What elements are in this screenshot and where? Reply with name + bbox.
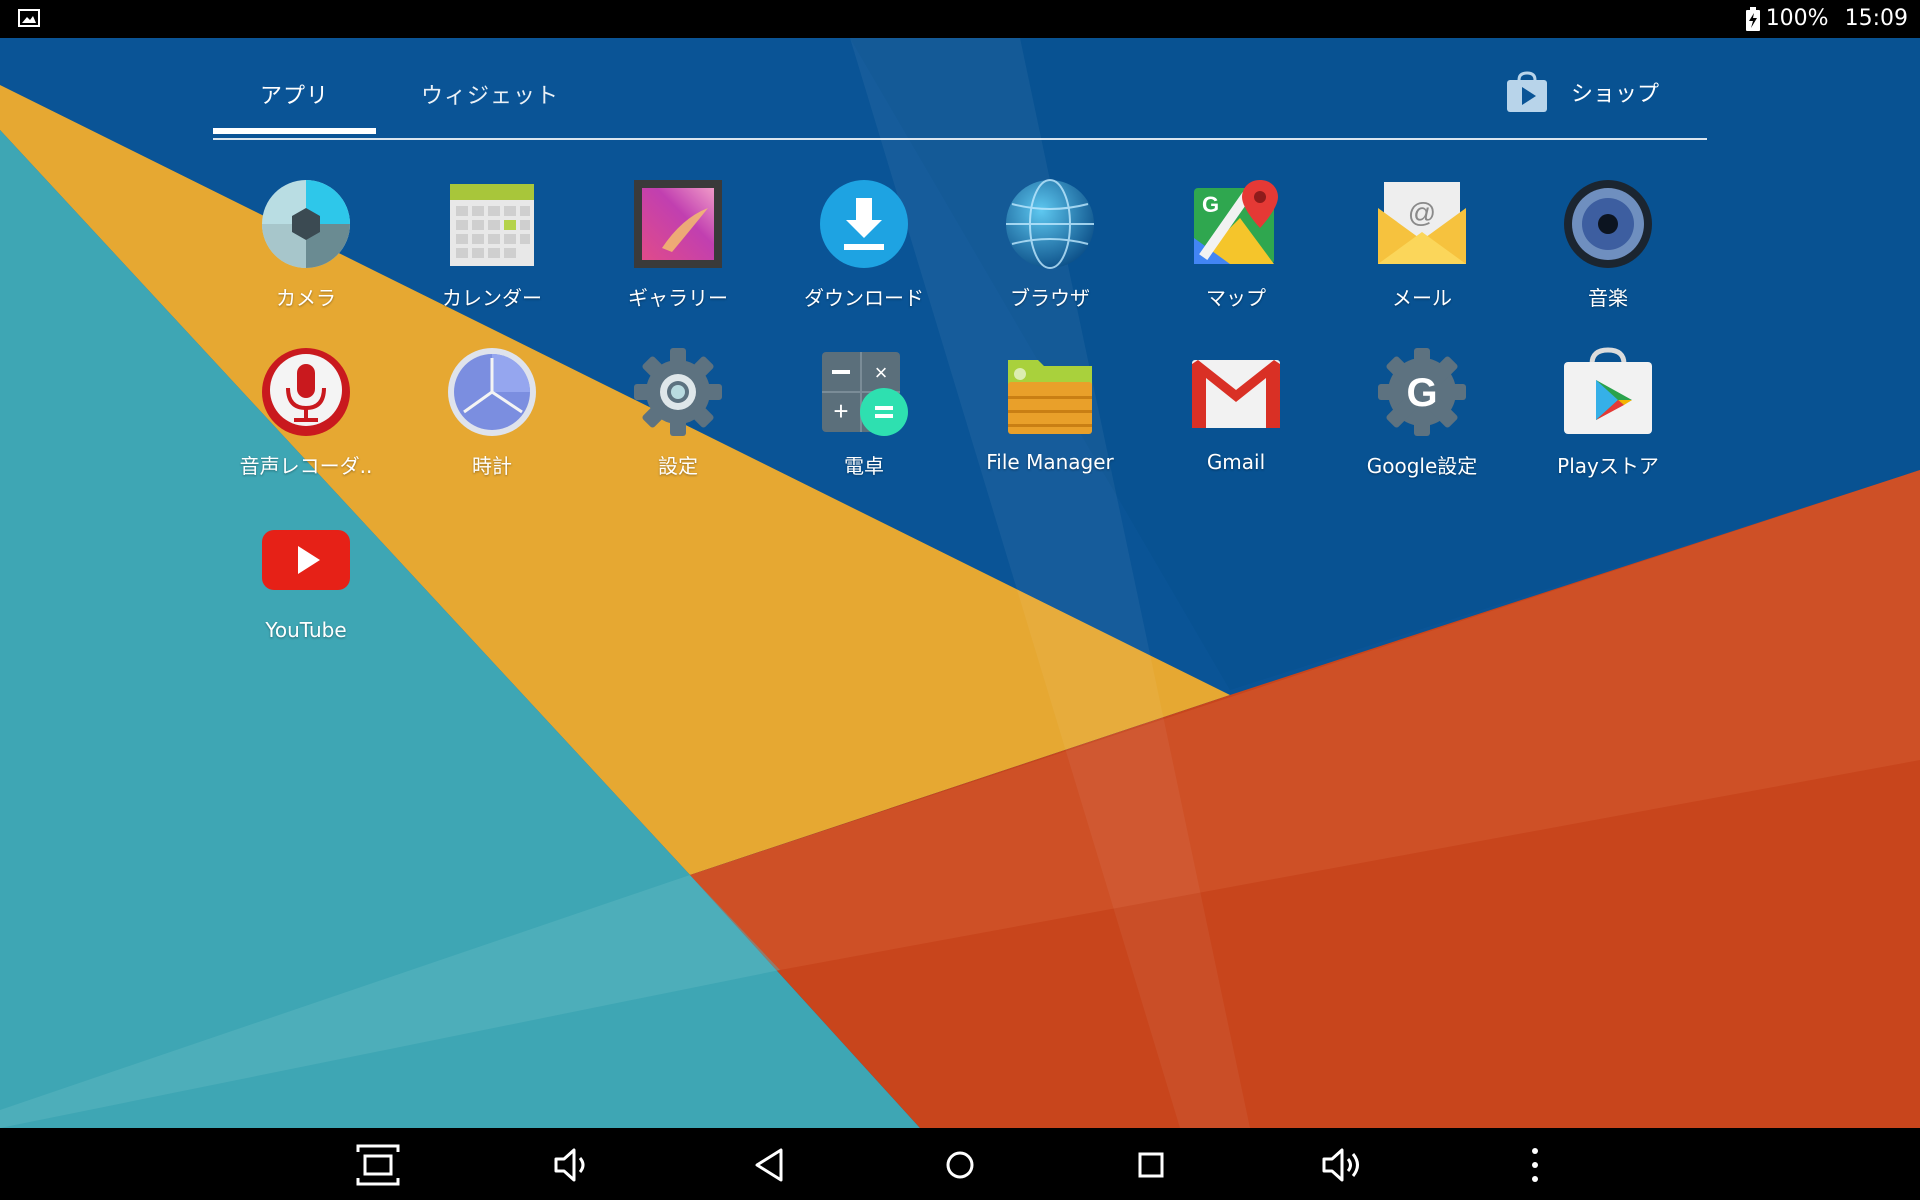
browser-globe-icon bbox=[1006, 179, 1094, 269]
app-music[interactable]: 音楽 bbox=[1515, 170, 1701, 330]
calendar-icon bbox=[450, 184, 534, 266]
app-label: File Manager bbox=[986, 450, 1114, 474]
battery-charging-icon bbox=[1745, 7, 1760, 31]
app-file-manager[interactable]: File Manager bbox=[957, 338, 1143, 498]
google-settings-icon: G bbox=[1378, 348, 1466, 436]
app-clock[interactable]: 時計 bbox=[399, 338, 585, 498]
screenshot-icon[interactable] bbox=[355, 1142, 401, 1188]
volume-up-icon[interactable] bbox=[1320, 1142, 1366, 1188]
app-gallery[interactable]: ギャラリー bbox=[585, 170, 771, 330]
svg-text:G: G bbox=[1406, 371, 1437, 415]
app-label: YouTube bbox=[265, 618, 347, 642]
app-camera[interactable]: カメラ bbox=[213, 170, 399, 330]
shop-button[interactable]: ショップ bbox=[1505, 70, 1659, 114]
settings-gear-icon bbox=[634, 348, 722, 436]
app-drawer-tabs: アプリ ウィジェット ショップ bbox=[212, 58, 1707, 140]
app-label: 時計 bbox=[472, 454, 512, 478]
battery-percent: 100% bbox=[1765, 6, 1829, 31]
app-email[interactable]: @ メール bbox=[1329, 170, 1515, 330]
app-voice-recorder[interactable]: 音声レコーダ.. bbox=[213, 338, 399, 498]
voice-recorder-mic-icon bbox=[262, 348, 350, 436]
screenshot-notification-icon bbox=[18, 9, 40, 27]
gallery-icon bbox=[634, 180, 722, 268]
home-icon[interactable] bbox=[937, 1142, 983, 1188]
svg-text:@: @ bbox=[1408, 197, 1436, 228]
app-browser[interactable]: ブラウザ bbox=[957, 170, 1143, 330]
app-label: カメラ bbox=[276, 286, 336, 310]
tab-apps[interactable]: アプリ bbox=[212, 78, 377, 134]
clock-icon bbox=[448, 348, 536, 436]
folder-icon bbox=[1008, 360, 1092, 434]
app-label: Gmail bbox=[1206, 450, 1266, 474]
camera-icon bbox=[262, 180, 350, 268]
more-icon[interactable] bbox=[1512, 1142, 1558, 1188]
play-store-icon bbox=[1564, 347, 1652, 434]
status-bar: 100% 15:09 bbox=[0, 0, 1920, 38]
app-calendar[interactable]: カレンダー bbox=[399, 170, 585, 330]
shop-label: ショップ bbox=[1570, 82, 1659, 107]
recents-icon[interactable] bbox=[1128, 1142, 1174, 1188]
app-maps[interactable]: G マップ bbox=[1143, 170, 1329, 330]
app-label: カレンダー bbox=[442, 286, 542, 310]
app-label: マップ bbox=[1206, 286, 1266, 310]
download-icon bbox=[820, 180, 908, 268]
youtube-icon bbox=[262, 530, 350, 590]
svg-text:×: × bbox=[875, 360, 888, 385]
play-store-bag-icon bbox=[1506, 71, 1547, 112]
app-label: ダウンロード bbox=[804, 286, 924, 310]
app-label: Playストア bbox=[1557, 454, 1659, 478]
app-google-settings[interactable]: G Google設定 bbox=[1329, 338, 1515, 498]
app-label: Google設定 bbox=[1366, 454, 1478, 478]
music-speaker-icon bbox=[1564, 180, 1652, 268]
app-label: 音楽 bbox=[1588, 286, 1628, 310]
app-downloads[interactable]: ダウンロード bbox=[771, 170, 957, 330]
navigation-bar bbox=[0, 1128, 1920, 1200]
maps-icon: G bbox=[1194, 180, 1278, 264]
app-play-store[interactable]: Playストア bbox=[1515, 338, 1701, 498]
app-label: ギャラリー bbox=[628, 286, 728, 310]
svg-text:+: + bbox=[833, 396, 848, 426]
app-label: 電卓 bbox=[844, 454, 884, 478]
app-gmail[interactable]: Gmail bbox=[1143, 338, 1329, 498]
app-calculator[interactable]: × + 電卓 bbox=[771, 338, 957, 498]
app-label: 設定 bbox=[658, 454, 698, 478]
app-label: ブラウザ bbox=[1010, 286, 1090, 310]
status-right: 100% 15:09 bbox=[1745, 6, 1908, 32]
gmail-icon bbox=[1192, 360, 1280, 428]
back-icon[interactable] bbox=[747, 1142, 793, 1188]
app-label: 音声レコーダ.. bbox=[239, 454, 373, 478]
app-label: メール bbox=[1392, 286, 1452, 310]
mail-icon: @ bbox=[1378, 182, 1466, 264]
tab-divider bbox=[213, 138, 1707, 140]
clock-time: 15:09 bbox=[1844, 6, 1908, 31]
volume-down-icon[interactable] bbox=[550, 1142, 596, 1188]
tab-widgets[interactable]: ウィジェット bbox=[421, 78, 559, 110]
app-youtube[interactable]: YouTube bbox=[213, 506, 399, 666]
svg-text:G: G bbox=[1202, 192, 1219, 217]
app-settings[interactable]: 設定 bbox=[585, 338, 771, 498]
calculator-icon: × + bbox=[822, 352, 908, 436]
